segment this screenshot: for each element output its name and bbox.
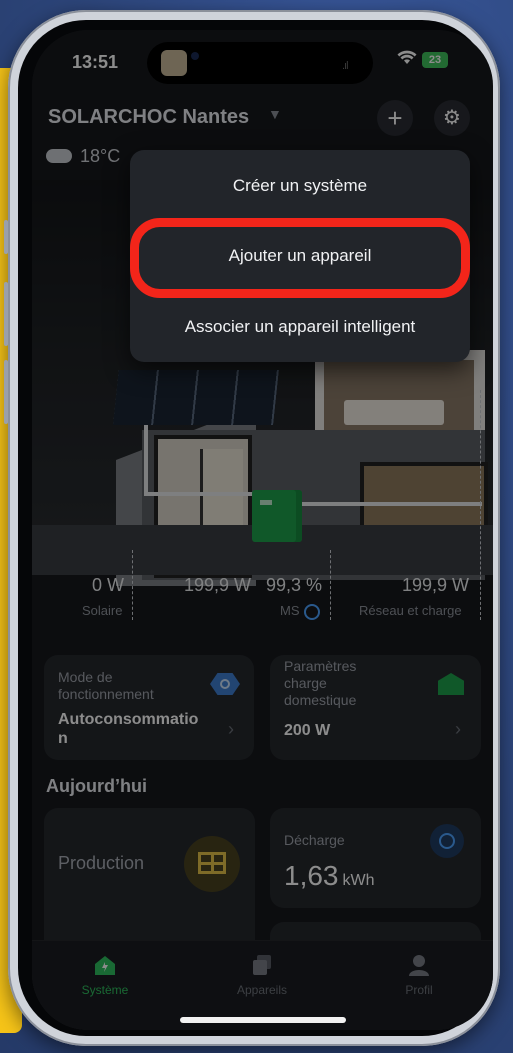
menu-item-pair-smart-device[interactable]: Associer un appareil intelligent [130,317,470,337]
phone-side-button [4,220,8,254]
red-highlight-outline [130,218,470,298]
menu-item-create-system[interactable]: Créer un système [130,176,470,196]
phone-volume-down [4,360,8,424]
home-indicator[interactable] [180,1017,346,1023]
phone-volume-up [4,282,8,346]
app-screen: 13:51 .ıl 23 SOLARCHOC Nantes ▼ + ⚙ 18°C… [32,30,493,1030]
